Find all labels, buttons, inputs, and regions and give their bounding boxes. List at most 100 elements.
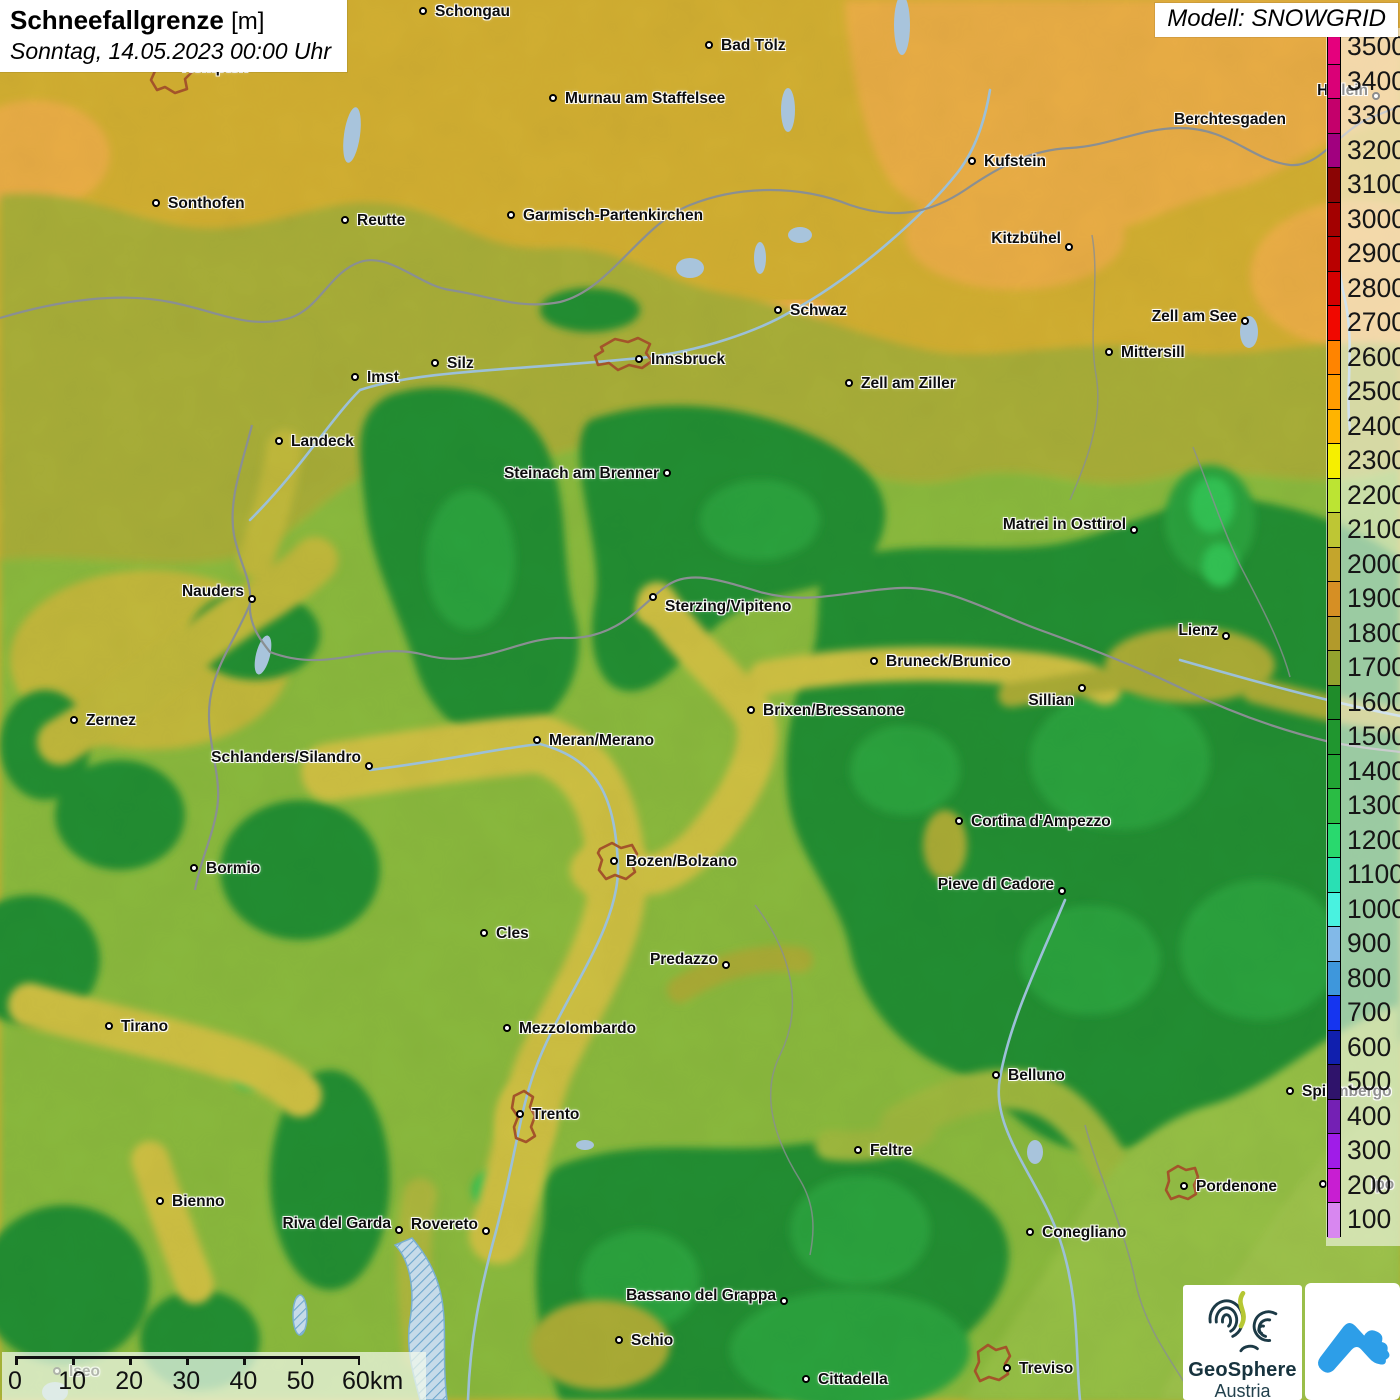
colorbar-segment xyxy=(1328,65,1340,100)
colorbar-segment xyxy=(1328,1100,1340,1135)
colorbar-segment xyxy=(1328,513,1340,548)
city-label: Mittersill xyxy=(1121,344,1185,362)
city-label: Cortina d'Ampezzo xyxy=(971,813,1111,831)
colorbar-tick-label: 1500 xyxy=(1347,719,1400,754)
city-label: Murnau am Staffelsee xyxy=(565,90,725,108)
city-label: Imst xyxy=(367,369,399,387)
colorbar-segment xyxy=(1328,1169,1340,1204)
city-label: Conegliano xyxy=(1042,1224,1126,1242)
city-marker xyxy=(1286,1087,1294,1095)
colorbar-tick-label: 2500 xyxy=(1347,374,1400,409)
title-text: Schneefallgrenze xyxy=(10,5,224,35)
colorbar-segment xyxy=(1328,686,1340,721)
colorbar-segment xyxy=(1328,1134,1340,1169)
colorbar-tick-label: 2600 xyxy=(1347,340,1400,375)
colorbar-tick-label: 1400 xyxy=(1347,754,1400,789)
city-marker xyxy=(248,595,256,603)
city-marker xyxy=(1058,887,1066,895)
city-label: Sterzing/Vipiteno xyxy=(665,598,791,616)
city-marker xyxy=(516,1110,524,1118)
city-label: Kitzbühel xyxy=(991,230,1061,248)
city-label: Cles xyxy=(496,925,529,943)
city-label: Belluno xyxy=(1008,1067,1065,1085)
colorbar-segment xyxy=(1328,479,1340,514)
geosphere-logo-box: GeoSphere Austria xyxy=(1183,1285,1302,1400)
city-label: Bruneck/Brunico xyxy=(886,653,1011,671)
city-marker xyxy=(992,1071,1000,1079)
city-marker xyxy=(649,593,657,601)
colorbar-tick-label: 1000 xyxy=(1347,892,1400,927)
city-label: Bad Tölz xyxy=(721,37,786,55)
city-label: Bienno xyxy=(172,1193,225,1211)
city-marker xyxy=(275,437,283,445)
colorbar-tick-label: 1800 xyxy=(1347,616,1400,651)
city-marker xyxy=(507,211,515,219)
colorbar-tick-label: 1700 xyxy=(1347,650,1400,685)
city-label: Nauders xyxy=(182,583,244,601)
city-marker xyxy=(341,216,349,224)
city-label: Landeck xyxy=(291,433,354,451)
city-marker xyxy=(365,762,373,770)
city-marker xyxy=(503,1024,511,1032)
city-label: Bozen/Bolzano xyxy=(626,853,737,871)
colorbar-tick-label: 1300 xyxy=(1347,788,1400,823)
city-marker xyxy=(615,1336,623,1344)
city-label: Bassano del Grappa xyxy=(626,1287,776,1305)
city-layer: SchongauBad TölzKemptenMurnau am Staffel… xyxy=(0,0,1400,1400)
colorbar-segment xyxy=(1328,306,1340,341)
colorbar-tick-label: 2300 xyxy=(1347,443,1400,478)
city-marker xyxy=(780,1297,788,1305)
city-marker xyxy=(663,469,671,477)
colorbar-segment xyxy=(1328,341,1340,376)
city-marker xyxy=(1078,684,1086,692)
city-marker xyxy=(774,306,782,314)
colorbar-tick-label: 2400 xyxy=(1347,409,1400,444)
colorbar-segment xyxy=(1328,272,1340,307)
city-label: Silz xyxy=(447,355,474,373)
city-marker xyxy=(1241,317,1249,325)
colorbar-tick-label: 400 xyxy=(1347,1099,1391,1134)
city-label: Predazzo xyxy=(650,951,718,969)
colorbar-segment xyxy=(1328,582,1340,617)
colorbar-tick-label: 1900 xyxy=(1347,581,1400,616)
colorbar-tick-label: 3100 xyxy=(1347,167,1400,202)
city-marker xyxy=(722,961,730,969)
city-marker xyxy=(351,373,359,381)
city-marker xyxy=(635,355,643,363)
city-label: Zell am Ziller xyxy=(861,375,956,393)
colorbar-segment xyxy=(1328,410,1340,445)
city-label: Zell am See xyxy=(1152,308,1237,326)
colorbar-tick-label: 2800 xyxy=(1347,271,1400,306)
snowfall-limit-map: SchongauBad TölzKemptenMurnau am Staffel… xyxy=(0,0,1400,1400)
city-label: Schio xyxy=(631,1332,673,1350)
city-label: Brixen/Bressanone xyxy=(763,702,904,720)
colorbar-segment xyxy=(1328,99,1340,134)
colorbar-segment xyxy=(1328,789,1340,824)
colorbar-segment xyxy=(1328,893,1340,928)
colorbar-segment xyxy=(1328,1031,1340,1066)
city-label: Sonthofen xyxy=(168,195,245,213)
city-marker xyxy=(152,199,160,207)
city-marker xyxy=(105,1022,113,1030)
colorbar-tick-label: 900 xyxy=(1347,926,1391,961)
city-marker xyxy=(549,94,557,102)
colorbar-tick-label: 3400 xyxy=(1347,64,1400,99)
city-label: Rovereto xyxy=(411,1216,478,1234)
colorbar-segment xyxy=(1328,1203,1340,1238)
city-marker xyxy=(70,716,78,724)
colorbar-tick-label: 3200 xyxy=(1347,133,1400,168)
colorbar-segment xyxy=(1328,168,1340,203)
colorbar-tick-label: 200 xyxy=(1347,1168,1391,1203)
colorbar-segment xyxy=(1328,444,1340,479)
title-datetime: Sonntag, 14.05.2023 00:00 Uhr xyxy=(10,38,331,65)
colorbar-segment xyxy=(1328,548,1340,583)
colorbar-segment xyxy=(1328,651,1340,686)
city-label: Mezzolombardo xyxy=(519,1020,636,1038)
colorbar-segment xyxy=(1328,755,1340,790)
city-label: Innsbruck xyxy=(651,351,725,369)
page-title: Schneefallgrenze [m] xyxy=(10,5,331,36)
city-marker xyxy=(156,1197,164,1205)
colorbar-tick-label: 2100 xyxy=(1347,512,1400,547)
city-label: Reutte xyxy=(357,212,405,230)
city-label: Pordenone xyxy=(1196,1178,1277,1196)
